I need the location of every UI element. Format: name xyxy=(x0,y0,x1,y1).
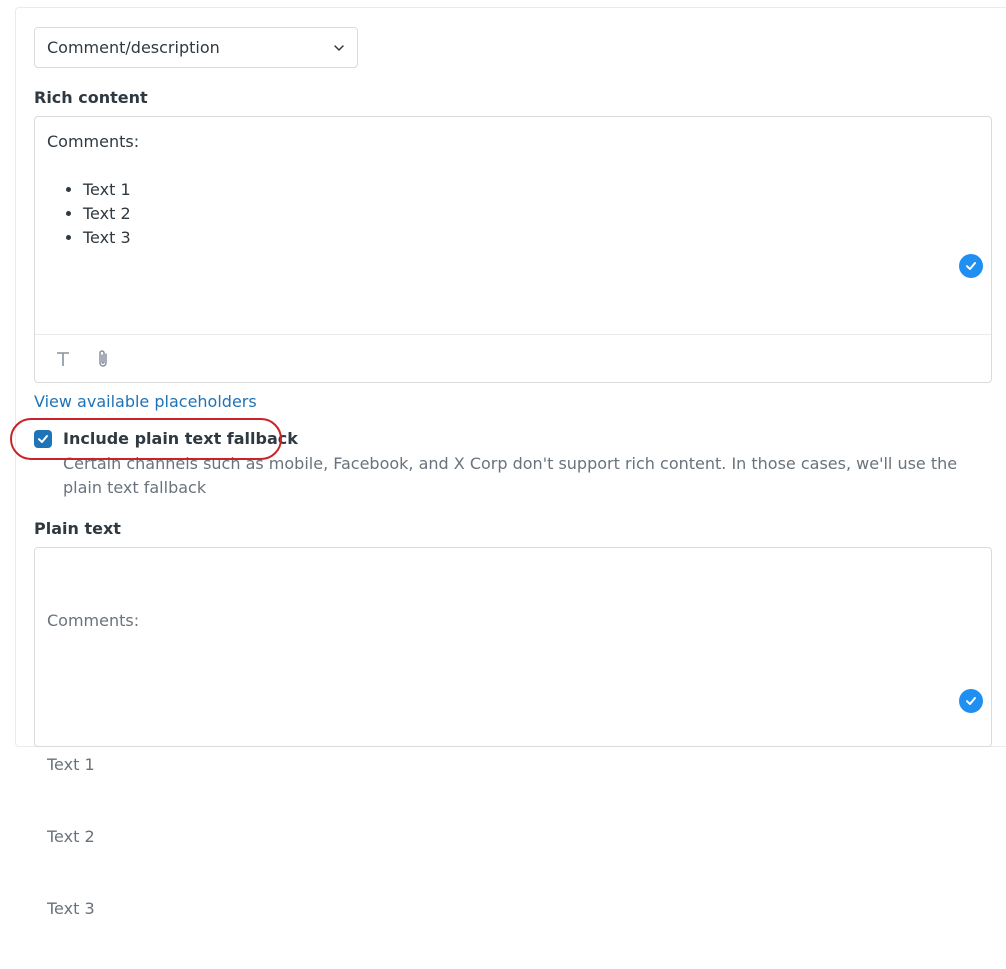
list-item: Text 2 xyxy=(83,202,139,226)
list-item: Text 1 xyxy=(83,178,139,202)
field-type-select[interactable]: Comment/description xyxy=(34,27,358,68)
rich-content-editor[interactable]: Comments: Text 1 Text 2 Text 3 xyxy=(34,116,992,383)
editor-toolbar xyxy=(35,334,991,383)
view-placeholders-link[interactable]: View available placeholders xyxy=(34,392,257,411)
chevron-down-icon xyxy=(334,45,344,51)
check-circle-icon xyxy=(959,254,983,278)
plain-text-line xyxy=(47,681,139,705)
paperclip-icon[interactable] xyxy=(93,348,113,370)
list-item: Text 3 xyxy=(83,226,139,250)
fallback-checkbox[interactable] xyxy=(34,430,52,448)
plain-text-line: Text 2 xyxy=(47,827,95,846)
plain-text-line: Text 1 xyxy=(47,755,95,774)
rich-content-label: Rich content xyxy=(34,88,148,107)
rich-content-body[interactable]: Comments: Text 1 Text 2 Text 3 xyxy=(47,130,139,250)
fallback-hint: Certain channels such as mobile, Faceboo… xyxy=(63,454,958,497)
fallback-checkbox-label[interactable]: Include plain text fallback xyxy=(63,429,298,448)
plain-text-label: Plain text xyxy=(34,519,121,538)
plain-text-line: Comments: xyxy=(47,611,140,630)
plain-text-body[interactable]: Comments: Text 1 Text 2 Text 3 xyxy=(47,561,139,969)
rich-content-heading: Comments: xyxy=(47,132,140,151)
check-circle-icon xyxy=(959,689,983,713)
select-value: Comment/description xyxy=(47,38,220,57)
rich-content-list: Text 1 Text 2 Text 3 xyxy=(47,178,139,250)
plain-text-editor[interactable]: Comments: Text 1 Text 2 Text 3 xyxy=(34,547,992,918)
plain-text-line: Text 3 xyxy=(47,899,95,918)
text-format-icon[interactable] xyxy=(53,348,73,370)
